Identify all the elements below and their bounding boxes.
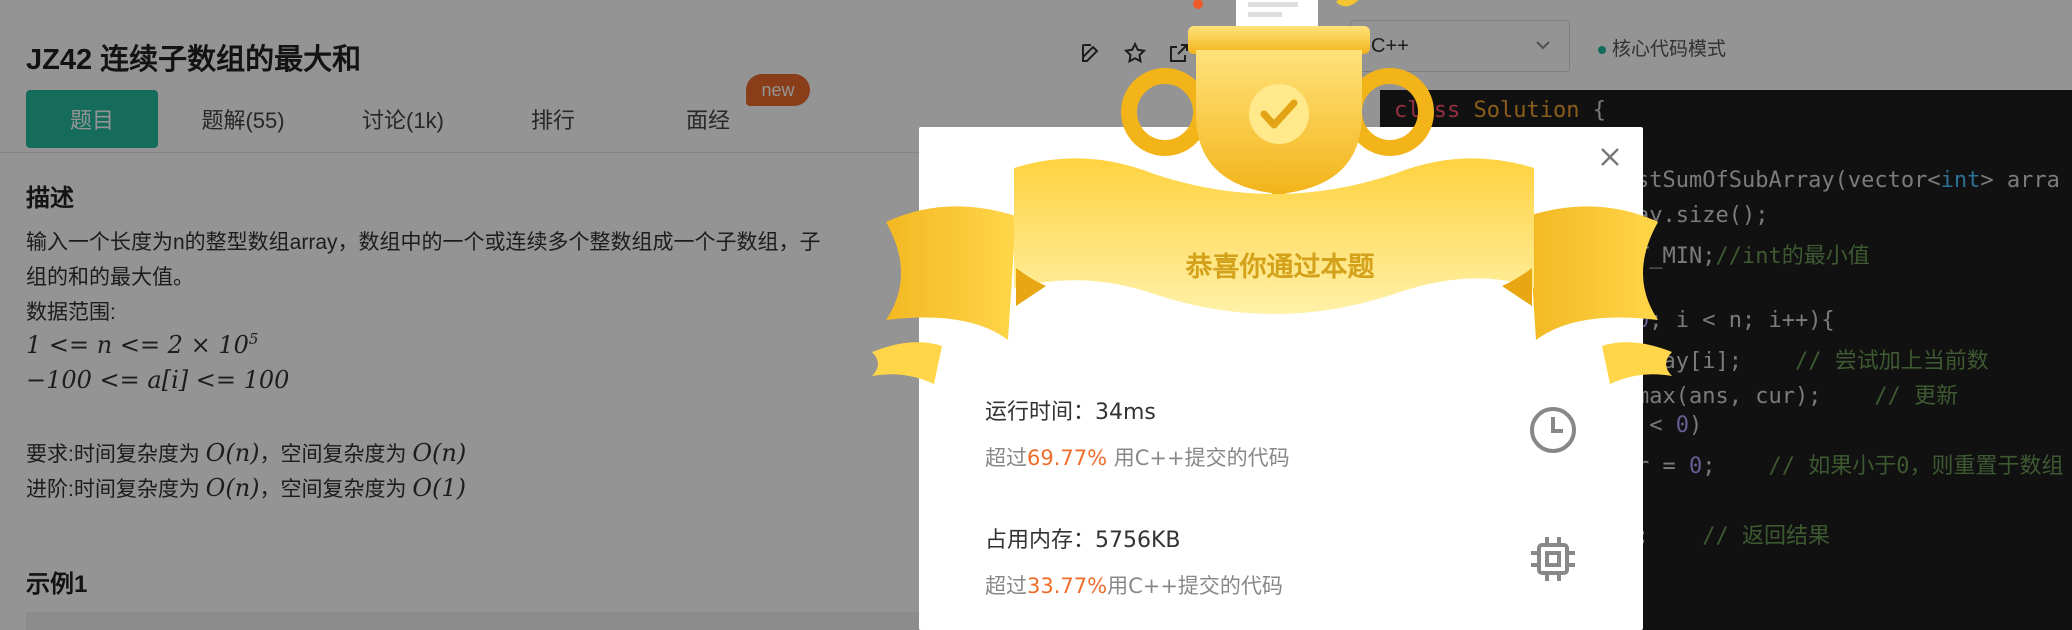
clock-icon [1527,404,1579,456]
close-icon [1601,148,1619,166]
trophy-icon [872,0,1672,384]
chip-icon [1527,533,1579,585]
runtime-beat-text: 超过69.77% 用C++提交的代码 [985,446,1290,470]
memory-beat-text: 超过33.77%用C++提交的代码 [985,574,1283,598]
memory-label: 占用内存：5756KB [985,528,1181,553]
runtime-label: 运行时间：34ms [985,400,1156,425]
congrats-text: 恭喜你通过本题 [1185,252,1375,283]
close-button[interactable] [1596,143,1624,171]
